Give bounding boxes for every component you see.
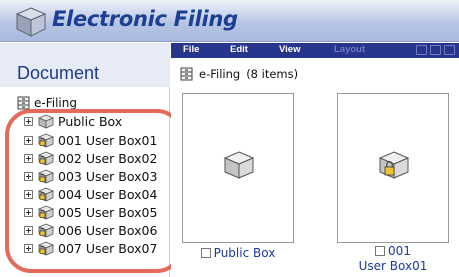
- tree-item-label: 001 User Box01: [58, 132, 158, 148]
- box-card-public-box[interactable]: [182, 93, 294, 243]
- app-title: Electronic Filing: [52, 7, 238, 31]
- card-caption-label: Public Box: [213, 246, 276, 260]
- menu-layout: Layout: [334, 44, 366, 55]
- menu-file[interactable]: File: [183, 44, 199, 55]
- tree-item-label: 007 User Box07: [58, 240, 158, 256]
- expand-plus-icon[interactable]: [24, 207, 33, 217]
- locked-box-icon: [38, 187, 54, 202]
- expand-plus-icon[interactable]: [24, 225, 33, 235]
- menu-view[interactable]: View: [279, 44, 300, 55]
- card-caption-user-box01[interactable]: 001 User Box01: [337, 244, 449, 273]
- app-header: Electronic Filing: [0, 0, 459, 42]
- expand-plus-icon[interactable]: [24, 189, 33, 199]
- menu-toolbar: File Edit View Layout: [171, 43, 459, 58]
- tree-item-user-box05[interactable]: 005 User Box05: [24, 203, 157, 221]
- save-icon: [430, 45, 441, 55]
- locked-box-icon: [38, 205, 54, 220]
- tree-item-user-box03[interactable]: 003 User Box03: [24, 167, 157, 185]
- tree-item-user-box02[interactable]: 002 User Box02: [24, 149, 157, 167]
- select-checkbox[interactable]: [200, 248, 211, 258]
- print-icon: [444, 45, 455, 55]
- card-caption-line2: User Box01: [358, 259, 428, 273]
- select-checkbox[interactable]: [375, 246, 386, 256]
- tree-item-label: 002 User Box02: [58, 150, 158, 166]
- box-card-user-box01[interactable]: [337, 93, 449, 243]
- tree-root-efiling[interactable]: e-Filing: [16, 95, 77, 111]
- document-heading: Document: [0, 43, 170, 87]
- cabinet-icon: [180, 67, 193, 81]
- expand-plus-icon[interactable]: [24, 243, 33, 253]
- expand-plus-icon[interactable]: [24, 153, 33, 163]
- copy-icon: [416, 45, 427, 55]
- tree-item-user-box06[interactable]: 006 User Box06: [24, 221, 157, 239]
- card-caption-public-box[interactable]: Public Box: [182, 246, 294, 260]
- current-path: e-Filing (8 items): [179, 67, 298, 81]
- tree-item-label: 005 User Box05: [58, 204, 158, 220]
- tree-item-label: 004 User Box04: [58, 186, 158, 202]
- expand-plus-icon[interactable]: [24, 116, 33, 126]
- locked-box-icon: [38, 169, 54, 184]
- path-label: e-Filing: [199, 67, 241, 81]
- tree-item-public-box[interactable]: Public Box: [24, 112, 122, 130]
- tree-item-label: Public Box: [58, 113, 123, 129]
- locked-box-icon: [378, 151, 410, 179]
- document-tree-pane: Document e-Filing Public Box 001 User Bo…: [0, 43, 170, 277]
- card-caption-line1: 001: [388, 244, 411, 258]
- tree-item-label: 003 User Box03: [58, 168, 158, 184]
- tree-item-label: 006 User Box06: [58, 222, 158, 238]
- expand-plus-icon[interactable]: [24, 171, 33, 181]
- locked-box-icon: [38, 133, 54, 148]
- menu-edit[interactable]: Edit: [230, 44, 248, 55]
- cabinet-icon: [17, 96, 30, 110]
- electronic-filing-logo-icon: [15, 7, 47, 37]
- tree-item-user-box01[interactable]: 001 User Box01: [24, 131, 157, 149]
- box-icon: [223, 151, 255, 179]
- tree-item-user-box04[interactable]: 004 User Box04: [24, 185, 157, 203]
- locked-box-icon: [38, 151, 54, 166]
- locked-box-icon: [38, 241, 54, 256]
- item-count: (8 items): [246, 67, 299, 81]
- expand-plus-icon[interactable]: [24, 135, 33, 145]
- tree-item-user-box07[interactable]: 007 User Box07: [24, 239, 157, 257]
- document-heading-label: Document: [17, 63, 100, 83]
- file-list-pane: e-Filing (8 items) Public Box 001 User B…: [171, 58, 459, 277]
- tree-root-label: e-Filing: [34, 96, 77, 110]
- box-icon: [38, 114, 54, 129]
- locked-box-icon: [38, 223, 54, 238]
